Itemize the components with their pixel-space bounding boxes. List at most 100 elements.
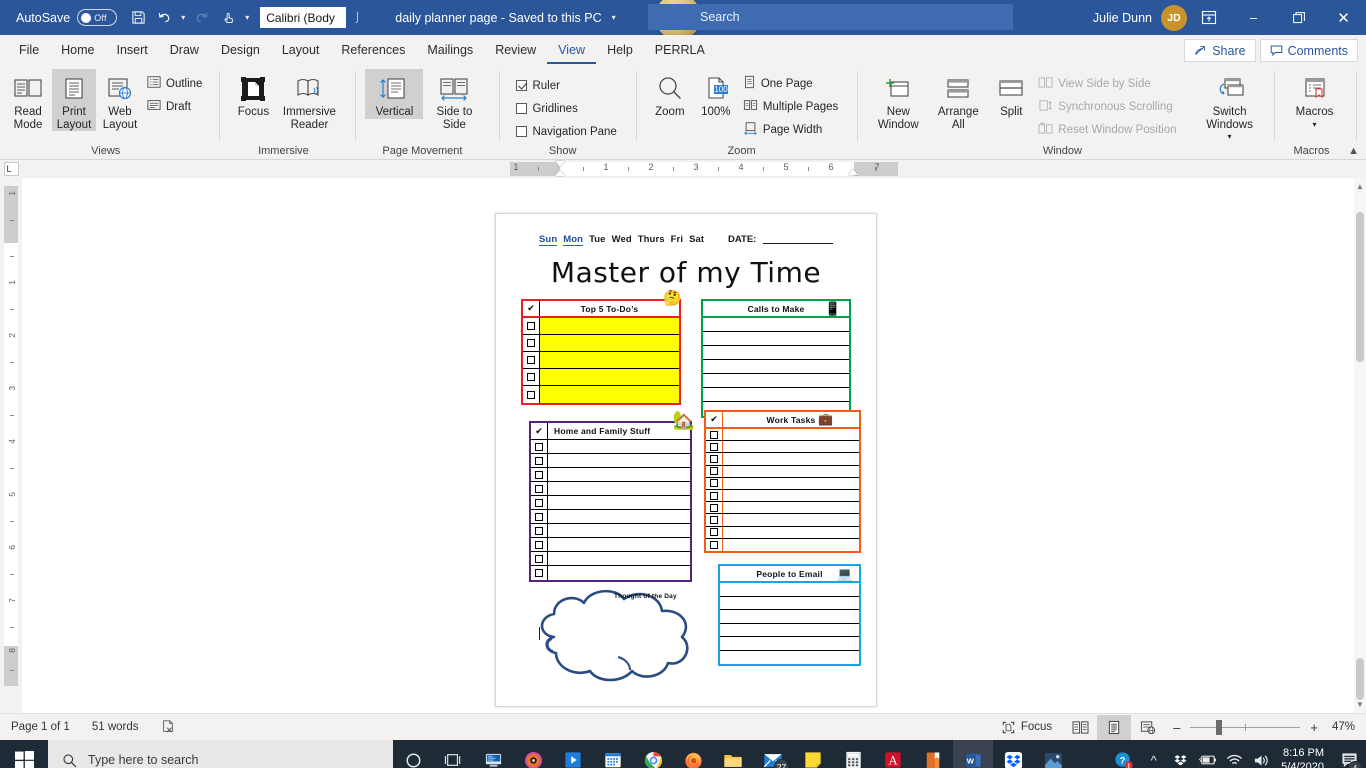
document-page[interactable]: Sun Mon Tue Wed Thurs Fri Sat DATE: Mast… xyxy=(495,213,877,707)
checkbox-icon[interactable] xyxy=(710,479,718,488)
help-support-icon[interactable]: ?! xyxy=(1106,740,1140,768)
immersive-reader-button[interactable]: Immersive Reader xyxy=(277,69,341,131)
checkbox-icon[interactable] xyxy=(527,322,535,330)
table-row[interactable] xyxy=(531,496,690,510)
row-checkbox[interactable] xyxy=(706,538,723,551)
multiple-pages-button[interactable]: Multiple Pages xyxy=(740,96,841,117)
box-top-5-todos[interactable]: 🤔 ✔ Top 5 To-Do’s xyxy=(521,291,682,405)
checkbox-icon[interactable] xyxy=(710,467,718,476)
checkbox-icon[interactable] xyxy=(535,526,543,535)
scroll-down-arrow-icon[interactable]: ▼ xyxy=(1354,698,1366,711)
checkbox-icon[interactable] xyxy=(535,512,543,521)
calendar-icon[interactable] xyxy=(593,740,633,768)
navigation-pane-checkbox[interactable]: Navigation Pane xyxy=(513,121,619,142)
quick-access-more-icon[interactable]: ⌡ xyxy=(354,12,360,23)
table-row[interactable] xyxy=(523,335,679,352)
table-row[interactable] xyxy=(720,624,859,637)
row-checkbox[interactable] xyxy=(531,538,548,551)
zoom-in-button[interactable]: + xyxy=(1308,720,1320,735)
firefox-icon[interactable] xyxy=(673,740,713,768)
checkbox-icon[interactable] xyxy=(535,484,543,493)
undo-dropdown-caret-icon[interactable]: ▾ xyxy=(177,13,189,22)
row-cell[interactable] xyxy=(548,454,690,467)
table-row[interactable] xyxy=(523,369,679,386)
gridlines-checkbox[interactable]: Gridlines xyxy=(513,98,619,119)
touch-mode-caret-icon[interactable]: ▾ xyxy=(241,13,253,22)
row-checkbox[interactable] xyxy=(523,386,540,403)
autosave-toggle[interactable]: AutoSave Off xyxy=(16,9,118,26)
table-row[interactable] xyxy=(531,510,690,524)
row-checkbox[interactable] xyxy=(531,440,548,453)
row-cell[interactable] xyxy=(723,527,859,538)
row-cell[interactable] xyxy=(548,552,690,565)
switch-windows-button[interactable]: Switch Windows ▾ xyxy=(1198,69,1262,144)
checkbox-icon[interactable] xyxy=(535,442,543,451)
row-cell[interactable] xyxy=(548,538,690,551)
navigation-pane-checkbox-icon[interactable] xyxy=(516,126,528,137)
table-row[interactable] xyxy=(706,514,859,527)
checkbox-icon[interactable] xyxy=(527,373,535,381)
row-checkbox[interactable] xyxy=(706,453,723,465)
print-layout-view-button[interactable] xyxy=(1097,714,1132,740)
checkbox-icon[interactable] xyxy=(710,540,718,549)
checkbox-icon[interactable] xyxy=(710,528,718,537)
minimize-button[interactable]: – xyxy=(1231,0,1276,35)
right-indent-marker[interactable] xyxy=(848,169,858,175)
row-checkbox[interactable] xyxy=(531,454,548,467)
one-page-button[interactable]: One Page xyxy=(740,73,841,94)
checkbox-icon[interactable] xyxy=(535,456,543,465)
close-button[interactable]: ✕ xyxy=(1321,0,1366,35)
row-cell[interactable] xyxy=(703,388,849,401)
checkbox-icon[interactable] xyxy=(710,515,718,524)
tab-draw[interactable]: Draw xyxy=(159,37,210,64)
google-chrome-icon[interactable] xyxy=(633,740,673,768)
box-people-to-email[interactable]: People to Email 💻 xyxy=(718,564,861,666)
table-row[interactable] xyxy=(720,637,859,651)
table-row[interactable] xyxy=(703,374,849,388)
switch-windows-caret-icon[interactable]: ▾ xyxy=(1228,131,1232,144)
table-row[interactable] xyxy=(531,538,690,552)
windows-start-icon[interactable] xyxy=(0,740,48,768)
dropbox-icon[interactable] xyxy=(993,740,1033,768)
word-count-status[interactable]: 51 words xyxy=(81,721,150,733)
zoom-slider[interactable]: – + xyxy=(1165,719,1326,735)
row-cell[interactable] xyxy=(540,318,679,334)
day-tue[interactable]: Tue xyxy=(589,234,605,245)
zoom-level[interactable]: 47% xyxy=(1326,721,1366,733)
comments-button[interactable]: Comments xyxy=(1259,39,1358,62)
box-calls-to-make[interactable]: Calls to Make 📱 xyxy=(701,299,851,418)
mail-icon[interactable]: 27 xyxy=(753,740,793,768)
row-checkbox[interactable] xyxy=(706,526,723,538)
volume-icon[interactable] xyxy=(1248,740,1275,768)
document-title-caret-icon[interactable]: ▾ xyxy=(608,13,620,22)
checkbox-icon[interactable] xyxy=(710,430,718,439)
day-thurs[interactable]: Thurs xyxy=(638,234,665,245)
print-layout-button[interactable]: Print Layout xyxy=(52,69,96,131)
tab-mailings[interactable]: Mailings xyxy=(416,37,484,64)
draft-button[interactable]: Draft xyxy=(144,96,205,117)
row-cell[interactable] xyxy=(720,597,859,610)
row-cell[interactable] xyxy=(540,352,679,368)
taskbar-search-box[interactable]: Type here to search xyxy=(48,740,393,768)
web-layout-button[interactable]: Web Layout xyxy=(98,69,142,131)
row-cell[interactable] xyxy=(548,510,690,523)
checkbox-icon[interactable] xyxy=(535,498,543,507)
task-view-icon[interactable] xyxy=(433,740,473,768)
tab-review[interactable]: Review xyxy=(484,37,547,64)
table-row[interactable] xyxy=(531,468,690,482)
table-row[interactable] xyxy=(706,502,859,515)
checkbox-icon[interactable] xyxy=(535,569,543,577)
table-row[interactable] xyxy=(720,651,859,665)
date-blank-line[interactable] xyxy=(763,243,833,244)
row-cell[interactable] xyxy=(703,374,849,387)
scrollbar-thumb[interactable] xyxy=(1356,212,1364,362)
row-checkbox[interactable] xyxy=(523,369,540,385)
avatar[interactable]: JD xyxy=(1161,4,1187,31)
row-checkbox[interactable] xyxy=(531,552,548,565)
row-cell[interactable] xyxy=(723,429,859,440)
dropbox-tray-icon[interactable] xyxy=(1167,740,1194,768)
box-home-and-family[interactable]: 🏡 ✔ Home and Family Stuff xyxy=(529,411,695,582)
row-cell[interactable] xyxy=(548,468,690,481)
day-fri[interactable]: Fri xyxy=(671,234,683,245)
file-explorer-icon[interactable] xyxy=(713,740,753,768)
